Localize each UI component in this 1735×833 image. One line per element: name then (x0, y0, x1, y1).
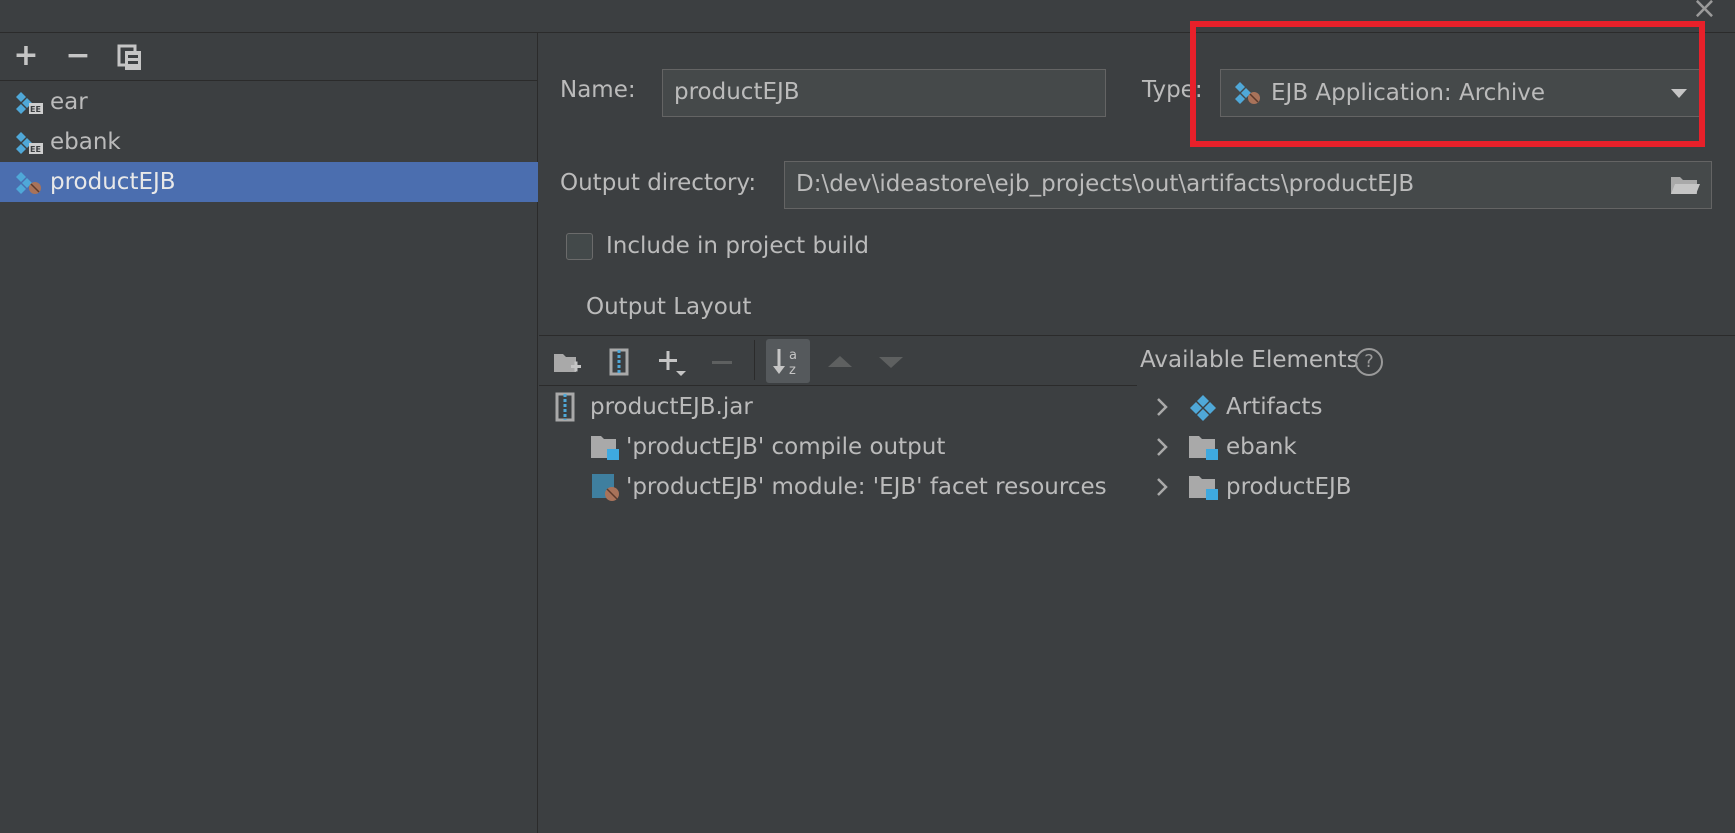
archive-icon[interactable] (607, 346, 631, 378)
svg-text:a: a (789, 348, 797, 363)
ebank-artifact-icon: EE (16, 132, 43, 154)
new-directory-icon[interactable] (552, 346, 582, 378)
output-directory-input[interactable]: D:\dev\ideastore\ejb_projects\out\artifa… (784, 161, 1712, 209)
facet-resources-icon (592, 474, 619, 501)
artifacts-toolbar: + − (0, 33, 538, 81)
layout-tree-label: productEJB.jar (590, 394, 753, 420)
svg-text:EE: EE (30, 145, 41, 154)
include-in-build-label: Include in project build (606, 233, 870, 259)
name-label: Name: (560, 77, 636, 103)
help-icon[interactable]: ? (1355, 348, 1383, 376)
module-output-icon (591, 436, 619, 460)
artifact-label: ear (50, 89, 88, 115)
highlight-box (1190, 21, 1705, 147)
artifacts-icon (1190, 395, 1216, 421)
available-item-label: ebank (1226, 434, 1297, 460)
chevron-right-icon[interactable] (1155, 477, 1169, 497)
artifact-item-productEJB[interactable]: productEJB (0, 162, 538, 202)
output-directory-label: Output directory: (560, 170, 757, 196)
artifacts-panel: + − EE ear EE ebank productEJB (0, 33, 538, 833)
layout-tree-label: 'productEJB' compile output (626, 434, 946, 460)
ear-artifact-icon: EE (16, 92, 43, 114)
svg-text:EE: EE (30, 105, 41, 114)
include-in-build-checkbox[interactable] (566, 233, 593, 260)
copy-artifact-button[interactable] (114, 42, 146, 72)
remove-artifact-button[interactable]: − (62, 41, 94, 72)
layout-tree-label: 'productEJB' module: 'EJB' facet resourc… (626, 474, 1107, 500)
divider (539, 385, 1137, 386)
chevron-right-icon[interactable] (1155, 397, 1169, 417)
ejb-artifact-icon (16, 172, 41, 194)
artifact-item-ear[interactable]: EE ear (0, 82, 538, 122)
available-item-label: productEJB (1226, 474, 1352, 500)
artifact-label: ebank (50, 129, 121, 155)
add-artifact-button[interactable]: + (10, 41, 42, 72)
output-directory-value: D:\dev\ideastore\ejb_projects\out\artifa… (796, 171, 1415, 197)
sort-elements-button[interactable]: a z (766, 339, 810, 383)
available-item-label: Artifacts (1226, 394, 1323, 420)
tab-output-layout[interactable]: Output Layout (586, 294, 751, 320)
remove-element-icon[interactable] (710, 346, 734, 378)
chevron-right-icon[interactable] (1155, 437, 1169, 457)
toolbar-separator (754, 340, 755, 380)
name-input[interactable]: productEJB (662, 69, 1106, 117)
divider (539, 335, 1735, 336)
artifact-item-ebank[interactable]: EE ebank (0, 122, 538, 162)
move-down-icon[interactable] (877, 346, 905, 378)
move-up-icon[interactable] (826, 346, 854, 378)
available-elements-title: Available Elements (1140, 347, 1359, 373)
jar-icon (555, 392, 575, 422)
module-folder-icon (1189, 436, 1218, 460)
svg-text:z: z (789, 363, 796, 378)
module-folder-icon (1189, 476, 1218, 500)
artifact-label: productEJB (50, 169, 176, 195)
sort-alphabetically-icon: a z (773, 348, 797, 378)
copy-icon (117, 44, 141, 70)
add-copy-icon[interactable] (657, 346, 689, 378)
folder-browse-icon[interactable] (1669, 173, 1701, 197)
